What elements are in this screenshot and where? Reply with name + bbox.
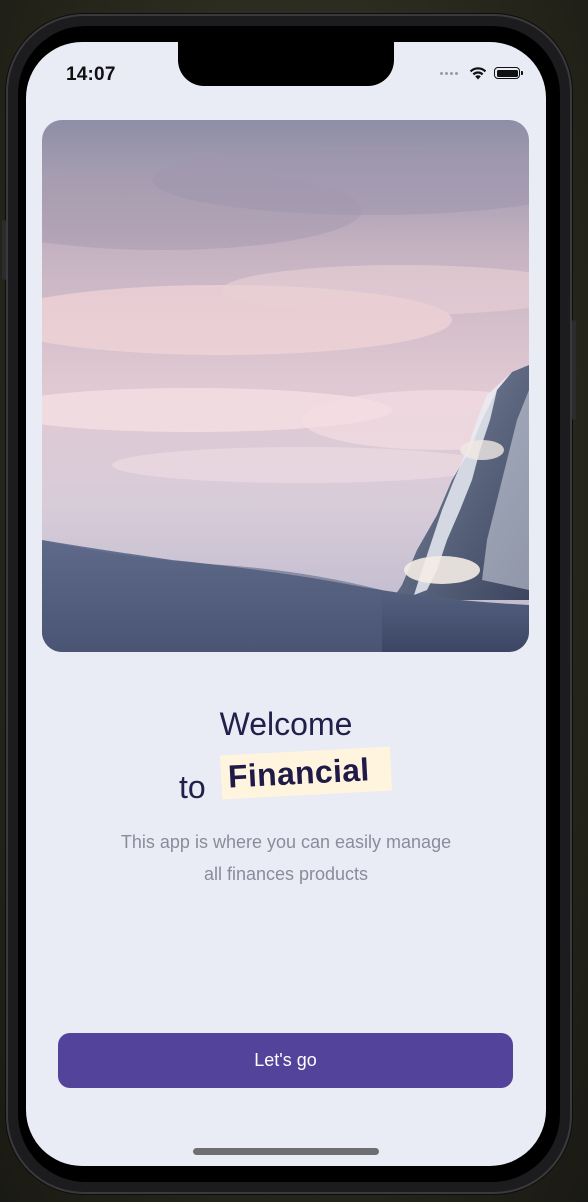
welcome-to-word: to	[179, 769, 206, 805]
wifi-icon	[469, 67, 487, 80]
camera-notch	[178, 42, 394, 86]
mountain-sky-photo	[42, 120, 529, 652]
welcome-brand-row: to Financial	[26, 746, 546, 805]
hero-image	[42, 120, 529, 652]
app-screen: 14:07 Welcome to Financial This app is w…	[26, 42, 546, 1166]
status-icons	[440, 66, 523, 80]
subtitle-line-2: all finances products	[203, 864, 369, 884]
battery-icon	[494, 67, 523, 79]
lets-go-button[interactable]: Let's go	[58, 1033, 513, 1088]
home-indicator[interactable]	[193, 1148, 379, 1155]
side-button-right	[572, 320, 576, 420]
subtitle-line-1: This app is where you can easily manage	[120, 832, 452, 852]
signal-dots-icon	[440, 71, 458, 75]
status-time: 14:07	[66, 64, 116, 85]
side-button-left	[2, 220, 6, 280]
brand-name: Financial	[227, 751, 371, 795]
welcome-heading: Welcome	[219, 706, 353, 742]
subtitle-text: This app is where you can easily manage …	[86, 826, 486, 890]
